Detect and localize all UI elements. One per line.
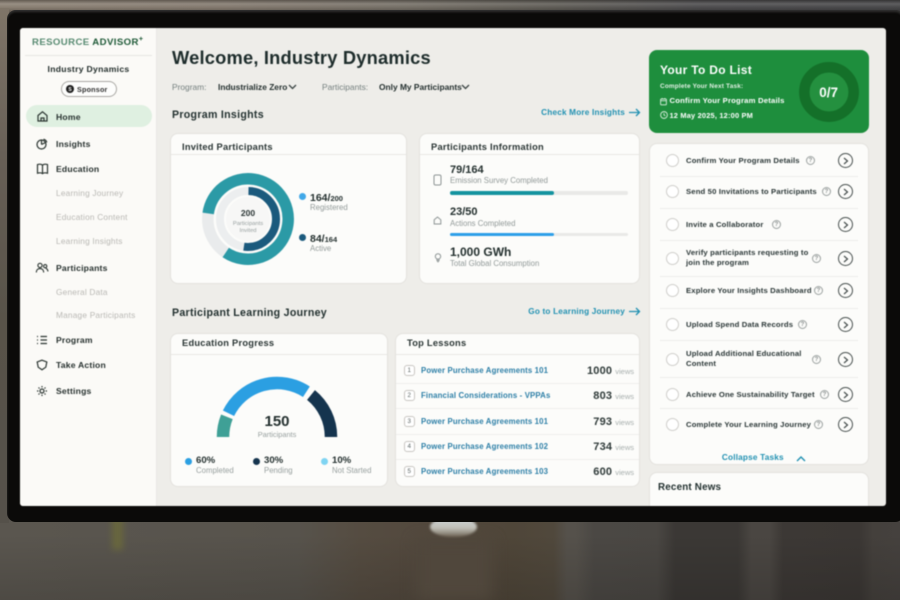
svg-text:Participants: Participants — [233, 221, 263, 227]
svg-text:Invited: Invited — [239, 228, 256, 234]
svg-text:200: 200 — [241, 208, 255, 218]
svg-text:0/7: 0/7 — [819, 85, 838, 100]
